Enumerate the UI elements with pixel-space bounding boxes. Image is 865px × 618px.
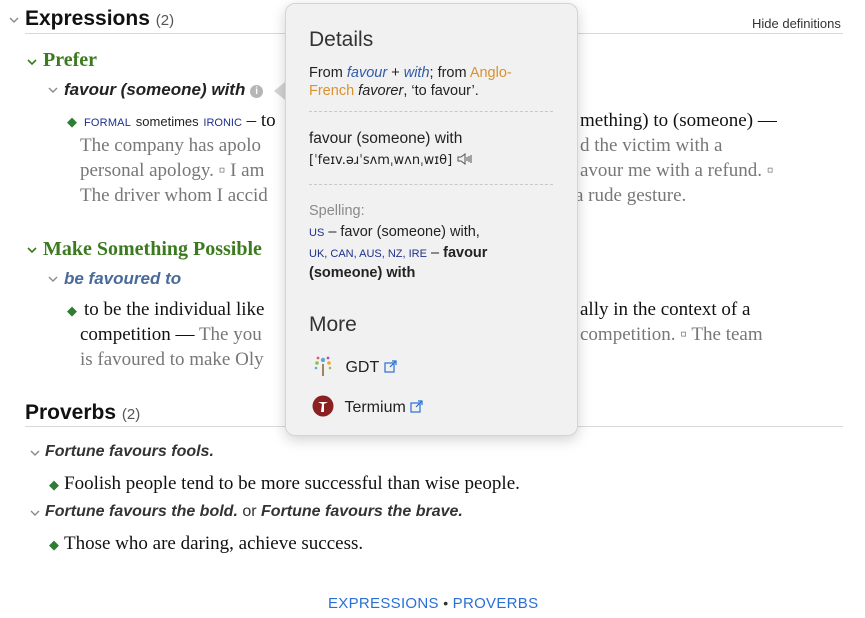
popover-divider-2 bbox=[309, 184, 553, 185]
spelling-uk-row: UK, CAN, AUS, NZ, IRE – favour bbox=[309, 244, 487, 263]
more-item-gdt[interactable]: GDT bbox=[313, 355, 397, 377]
more-item-termium-label: Termium bbox=[344, 399, 406, 416]
sense-make-possible-chevron-icon[interactable] bbox=[27, 245, 37, 255]
speaker-icon[interactable] bbox=[457, 153, 473, 165]
proverb-2-chevron-icon[interactable] bbox=[30, 508, 40, 518]
definition-line-1: FORMAL sometimes IRONIC – to bbox=[84, 108, 276, 136]
proverbs-heading-text: Proverbs bbox=[25, 401, 117, 424]
proverb-1-chevron-icon[interactable] bbox=[30, 448, 40, 458]
example-line-3b: avour me with a refund. ▫ bbox=[580, 160, 774, 181]
spelling-uk-dash: – bbox=[431, 245, 440, 261]
footer-link-expressions[interactable]: EXPRESSIONS bbox=[328, 595, 439, 612]
definition-2-line-1b: ally in the context of a bbox=[580, 299, 751, 320]
external-link-icon bbox=[384, 360, 397, 373]
phrase-text: favour (someone) with bbox=[64, 80, 246, 99]
hide-definitions-link[interactable]: Hide definitions bbox=[752, 16, 841, 31]
pron-ipa: [ˈfeɪv.əɹˈsʌmˌwʌnˌwɪθ] bbox=[309, 153, 453, 168]
popover-etymology: From favour + with; from Anglo- French f… bbox=[309, 64, 559, 100]
external-link-icon bbox=[410, 400, 423, 413]
popover-more-heading: More bbox=[309, 313, 357, 336]
expressions-collapse-chevron-icon[interactable] bbox=[9, 15, 19, 25]
proverbs-heading: Proverbs (2) bbox=[25, 401, 140, 425]
phrase-be-favoured-chevron-icon[interactable] bbox=[48, 274, 58, 284]
proverb-2-or: or bbox=[242, 503, 257, 520]
definition-text-1b: mething) to (someone) — bbox=[580, 110, 777, 131]
sense-prefer-chevron-icon[interactable] bbox=[27, 57, 37, 67]
proverb-2-main: Fortune favours the bold. bbox=[45, 503, 238, 520]
example-2-line-2b: competition. ▫ The team bbox=[580, 324, 763, 345]
phrase-be-favoured-to: be favoured to bbox=[64, 269, 182, 288]
info-icon[interactable]: i bbox=[250, 85, 264, 98]
example-line-2b: d the victim with a bbox=[580, 135, 723, 156]
spelling-us-text: – favor (someone) with, bbox=[328, 224, 480, 240]
details-popover: Details From favour + with; from Anglo- … bbox=[285, 3, 578, 436]
proverb-2-definition: Those who are daring, achieve success. bbox=[64, 533, 364, 554]
definition-2-line-1a: to be the individual like bbox=[84, 299, 265, 320]
expressions-count: (2) bbox=[155, 12, 175, 29]
proverbs-count: (2) bbox=[121, 406, 141, 423]
expressions-heading: Expressions (2) bbox=[25, 7, 174, 31]
gdt-tree-icon bbox=[314, 356, 332, 376]
spelling-us-row: US – favor (someone) with, bbox=[309, 223, 480, 242]
bullet-diamond-icon: ◆ bbox=[49, 477, 59, 492]
proverb-1-text: Fortune favours fools. bbox=[45, 443, 214, 460]
footer-nav: EXPRESSIONS • PROVERBS bbox=[328, 595, 538, 613]
sense-title-prefer: Prefer bbox=[43, 49, 98, 71]
definition-2-competition: competition — bbox=[80, 324, 195, 345]
proverb-2-text: Fortune favours the bold. or Fortune fav… bbox=[45, 503, 463, 521]
etym-anglo: Anglo- bbox=[469, 65, 512, 81]
pron-phrase: favour (someone) with bbox=[309, 130, 463, 147]
etym-from: From bbox=[309, 65, 343, 81]
etym-link-favour[interactable]: favour bbox=[347, 65, 387, 81]
example-line-3a: personal apology. ▫ I am bbox=[80, 160, 265, 181]
etym-plus: + bbox=[391, 65, 400, 81]
spelling-label: Spelling: bbox=[309, 203, 365, 219]
expressions-heading-text: Expressions bbox=[25, 7, 150, 30]
footer-link-proverbs[interactable]: PROVERBS bbox=[453, 595, 539, 612]
etym-tail: , ‘to favour’. bbox=[403, 83, 479, 99]
more-item-termium[interactable]: Termium bbox=[312, 395, 423, 417]
more-item-gdt-label: GDT bbox=[345, 359, 380, 376]
footer-separator: • bbox=[443, 595, 449, 611]
termium-icon bbox=[312, 395, 334, 417]
proverb-1-definition: Foolish people tend to be more successfu… bbox=[64, 473, 520, 494]
etym-link-with[interactable]: with bbox=[404, 65, 430, 81]
spelling-uk-bold-1: favour bbox=[443, 245, 488, 261]
spelling-uk-regions: UK, CAN, AUS, NZ, IRE bbox=[309, 248, 427, 260]
definition-2-line-2a: competition — The you bbox=[80, 322, 262, 347]
etym-french: French bbox=[309, 83, 355, 99]
etym-favorer: favorer bbox=[358, 83, 404, 99]
label-sometimes: sometimes bbox=[135, 114, 199, 129]
example-2-line-2: The you bbox=[198, 324, 262, 345]
popover-details-heading: Details bbox=[309, 28, 374, 51]
label-formal: FORMAL bbox=[84, 117, 132, 129]
bullet-diamond-icon: ◆ bbox=[67, 303, 77, 318]
proverb-2-alt: Fortune favours the brave. bbox=[261, 503, 463, 520]
popover-divider-1 bbox=[309, 111, 553, 112]
definition-text-1a: – to bbox=[246, 110, 276, 131]
example-line-4b: a rude gesture. bbox=[575, 185, 687, 206]
pron-row: [ˈfeɪv.əɹˈsʌmˌwʌnˌwɪθ] bbox=[309, 151, 473, 169]
popover-arrow bbox=[274, 82, 285, 100]
phrase-favour-someone-with: favour (someone) with i bbox=[64, 80, 264, 100]
label-ironic: IRONIC bbox=[203, 117, 242, 129]
example-line-2a: The company has apolo bbox=[80, 135, 261, 156]
example-line-4a: The driver whom I accid bbox=[80, 185, 268, 206]
spelling-us-region: US bbox=[309, 227, 325, 239]
example-2-line-3a: is favoured to make Oly bbox=[80, 349, 264, 370]
phrase-favour-chevron-icon[interactable] bbox=[48, 85, 58, 95]
bullet-diamond-icon: ◆ bbox=[49, 537, 59, 552]
sense-title-make-possible: Make Something Possible bbox=[43, 238, 262, 260]
etym-from2: ; from bbox=[429, 65, 467, 81]
bullet-diamond-icon: ◆ bbox=[67, 114, 77, 129]
spelling-uk-bold-2: (someone) with bbox=[309, 265, 416, 281]
